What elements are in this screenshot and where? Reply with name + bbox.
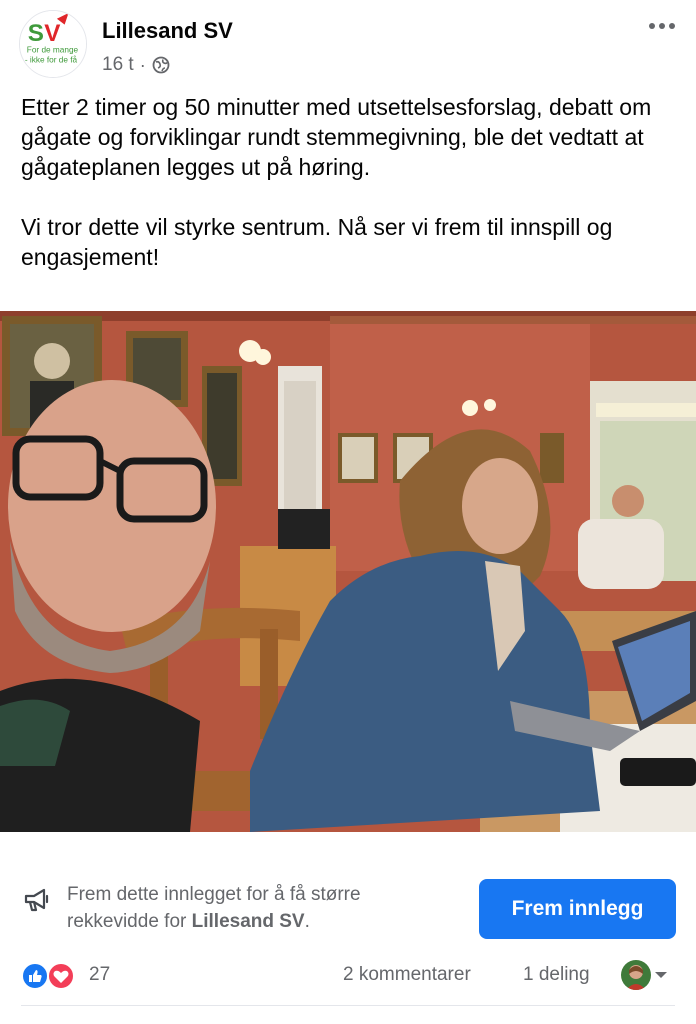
post-header: S V For de mange - ikke for de få Lilles… bbox=[0, 0, 696, 92]
post-meta: 16 t · bbox=[102, 54, 170, 76]
promote-section: Frem dette innlegget for å få større rek… bbox=[0, 832, 696, 942]
chevron-down-icon[interactable] bbox=[654, 970, 668, 980]
post-paragraph-2: Vi tror dette vil styrke sentrum. Nå ser… bbox=[21, 214, 613, 270]
comments-count[interactable]: 2 kommentarer bbox=[343, 964, 471, 986]
reaction-count[interactable]: 27 bbox=[89, 964, 110, 986]
divider bbox=[21, 1005, 675, 1006]
viewer-avatar-image bbox=[621, 960, 651, 990]
like-icon bbox=[21, 962, 49, 990]
more-options-button[interactable] bbox=[642, 8, 682, 44]
megaphone-icon bbox=[24, 888, 49, 912]
post-photo[interactable] bbox=[0, 311, 696, 832]
post-body: Etter 2 timer og 50 minutter med utsette… bbox=[21, 92, 681, 272]
shares-count[interactable]: 1 deling bbox=[523, 964, 590, 986]
more-dots-icon bbox=[649, 23, 675, 29]
logo-tagline-2: - ikke for de få bbox=[25, 54, 78, 64]
post-time[interactable]: 16 t bbox=[102, 54, 134, 76]
logo-tagline-1: For de mange bbox=[27, 46, 79, 55]
promote-post-button[interactable]: Frem innlegg bbox=[479, 879, 676, 939]
viewer-avatar[interactable] bbox=[621, 960, 651, 990]
reaction-icons[interactable] bbox=[21, 962, 77, 990]
reactions-bar: 27 2 kommentarer 1 deling bbox=[0, 948, 696, 1004]
sv-logo: S V For de mange - ikke for de få bbox=[20, 11, 86, 77]
globe-icon bbox=[152, 56, 170, 74]
page-name[interactable]: Lillesand SV bbox=[102, 18, 233, 44]
promote-text-suffix: . bbox=[304, 911, 310, 932]
meta-separator: · bbox=[139, 54, 146, 75]
promote-page-name: Lillesand SV bbox=[191, 911, 305, 932]
council-meeting-photo bbox=[0, 311, 696, 832]
page-avatar[interactable]: S V For de mange - ikke for de få bbox=[19, 10, 87, 78]
svg-text:S: S bbox=[28, 20, 44, 47]
post-paragraph-1: Etter 2 timer og 50 minutter med utsette… bbox=[21, 94, 652, 180]
promote-description: Frem dette innlegget for å få større rek… bbox=[67, 881, 447, 935]
svg-text:V: V bbox=[44, 20, 61, 47]
love-icon bbox=[47, 962, 75, 990]
